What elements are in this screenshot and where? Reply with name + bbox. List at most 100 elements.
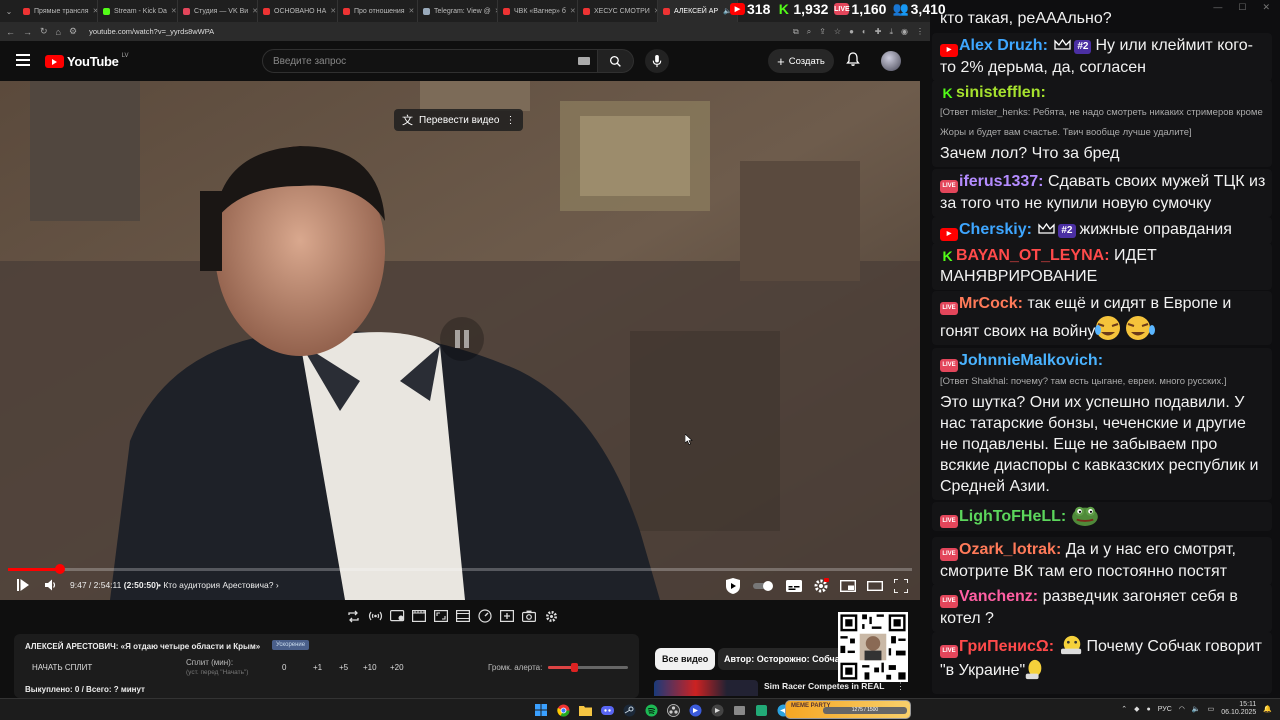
tray-app-icon[interactable]: ●	[1147, 706, 1151, 713]
profile-icon[interactable]: ◉	[901, 27, 908, 37]
battery-icon[interactable]: ▭	[1208, 705, 1215, 713]
chat-username[interactable]: iferus1337:	[959, 173, 1044, 190]
site-info-icon[interactable]: ⚙	[69, 26, 77, 37]
share-icon[interactable]: ⇪	[819, 27, 826, 37]
browser-tab[interactable]: Про отношения ✕	[338, 0, 418, 22]
keyboard-icon[interactable]	[578, 57, 590, 65]
audio-waves-icon[interactable]	[367, 608, 383, 624]
video-progress-bar[interactable]	[8, 564, 912, 574]
close-icon[interactable]: ✕	[171, 7, 177, 15]
extension-icon[interactable]: ●	[849, 27, 854, 37]
start-split-button[interactable]: НАЧАТЬ СПЛИТ	[32, 663, 92, 672]
browser-tab-active[interactable]: АЛЕКСЕЙ АР 🔈	[658, 0, 738, 22]
install-icon[interactable]: ⧉	[793, 27, 799, 37]
avatar[interactable]	[881, 51, 901, 71]
cinema-mode-icon[interactable]	[455, 608, 471, 624]
puzzle-icon[interactable]: ✚	[875, 27, 882, 37]
browser-tab[interactable]: Студия — VK Ви ✕	[178, 0, 258, 22]
speed-gauge-icon[interactable]	[477, 608, 493, 624]
chat-username[interactable]: LighToFHeLL:	[959, 508, 1066, 525]
chapter-button[interactable]: • Кто аудитория Арестовича? ›	[158, 580, 279, 590]
create-button[interactable]: + Создать	[768, 49, 834, 73]
extension-icon[interactable]: ◐	[862, 27, 867, 37]
discord-icon[interactable]	[599, 702, 615, 718]
browser-tab[interactable]: Прямые трансля ✕	[18, 0, 98, 22]
app-icon[interactable]	[709, 702, 725, 718]
speaker-icon[interactable]: 🔈	[1192, 705, 1201, 713]
chip-all-videos[interactable]: Все видео	[655, 648, 716, 670]
film-strip-icon[interactable]	[411, 608, 427, 624]
aspect-ratio-icon[interactable]	[433, 608, 449, 624]
chat-username[interactable]: Vanchenz:	[959, 588, 1038, 605]
chat-username[interactable]: Ozark_lotrak:	[959, 541, 1061, 558]
obs-icon[interactable]	[665, 702, 681, 718]
chat-username[interactable]: MrCock:	[959, 295, 1023, 312]
search-button[interactable]	[598, 49, 634, 73]
chat-username[interactable]: JohnnieMalkovich:	[959, 352, 1103, 369]
browser-tab[interactable]: Telegram: View @✕	[418, 0, 498, 22]
screen-record-icon[interactable]	[389, 608, 405, 624]
split-add-20-button[interactable]: +20	[390, 663, 417, 672]
app-icon[interactable]	[731, 702, 747, 718]
split-add-5-button[interactable]: +5	[339, 663, 363, 672]
chrome-icon[interactable]	[555, 702, 571, 718]
split-add-10-button[interactable]: +10	[363, 663, 390, 672]
voice-search-button[interactable]	[645, 49, 669, 73]
tray-app-icon[interactable]: ◆	[1134, 705, 1139, 713]
chip-author[interactable]: Автор: Осторожно: Собчак	[718, 648, 851, 670]
alert-volume-knob[interactable]	[570, 663, 578, 672]
browser-tab[interactable]: ЧВК «Вагнер» б ✕	[498, 0, 578, 22]
youtube-logo[interactable]: YouTube LV	[45, 53, 128, 69]
app-icon[interactable]	[753, 702, 769, 718]
translate-video-button[interactable]: 文 Перевести видео ⋮	[394, 109, 524, 131]
alert-volume-slider[interactable]	[548, 663, 628, 672]
related-video-title[interactable]: Sim Racer Competes in REAL	[764, 681, 884, 691]
meme-party-widget[interactable]: MEME PARTY 1275 / 1500	[785, 700, 911, 719]
gear-icon[interactable]	[543, 608, 559, 624]
url-field[interactable]: youtube.com/watch?v=_yyrds8wWPA	[85, 27, 785, 36]
clock[interactable]: 15:11 06.10.2025	[1221, 701, 1256, 717]
app-icon[interactable]	[687, 702, 703, 718]
windows-start-icon[interactable]	[533, 702, 549, 718]
steam-icon[interactable]	[621, 702, 637, 718]
loop-icon[interactable]	[345, 608, 361, 624]
related-video-thumbnail[interactable]	[654, 680, 758, 696]
more-icon[interactable]: ⋮	[896, 681, 905, 692]
folder-icon[interactable]	[577, 702, 593, 718]
chat-username[interactable]: Cherskiy:	[959, 221, 1032, 238]
browser-tab[interactable]: ОСНОВАНО НА ✕	[258, 0, 338, 22]
download-icon[interactable]: ⤓	[889, 27, 893, 37]
close-icon[interactable]: ✕	[330, 7, 336, 15]
tray-chevron-icon[interactable]: ⌃	[1121, 705, 1127, 713]
chat-username[interactable]: sinistefflen:	[956, 84, 1046, 101]
back-icon[interactable]: ←	[6, 27, 15, 37]
language-indicator[interactable]: РУС	[1158, 706, 1172, 713]
add-box-icon[interactable]	[499, 608, 515, 624]
tab-menu-icon[interactable]: ⌄	[0, 0, 18, 22]
close-icon[interactable]: ✕	[409, 7, 415, 15]
chat-username[interactable]: Alex Druzh:	[959, 37, 1048, 54]
forward-icon[interactable]: →	[23, 27, 32, 37]
wifi-icon[interactable]: ◠	[1179, 705, 1185, 713]
bookmark-star-icon[interactable]: ☆	[834, 27, 841, 37]
camera-icon[interactable]	[521, 608, 537, 624]
split-badge[interactable]: Ускорение	[272, 640, 310, 650]
hamburger-menu-icon[interactable]	[16, 54, 30, 66]
video-player[interactable]: 文 Перевести видео ⋮ 9:47 / 2:54:11 (2:50…	[0, 81, 920, 600]
search-input[interactable]: Введите запрос	[262, 49, 598, 73]
windows-taskbar: MEME PARTY 1275 / 1500 ⌃ ◆ ● РУС ◠ 🔈 ▭ 1…	[0, 698, 1280, 720]
reload-icon[interactable]: ↻	[40, 26, 48, 37]
notifications-button[interactable]	[846, 52, 860, 72]
close-icon[interactable]: ✕	[570, 7, 576, 15]
notifications-icon[interactable]: 🔔	[1263, 705, 1272, 713]
more-icon[interactable]: ⋮	[916, 27, 924, 37]
split-add-1-button[interactable]: +1	[313, 663, 339, 672]
zoom-icon[interactable]: ⌕	[807, 27, 811, 37]
browser-tab[interactable]: ХЕСУС СМОТРИ✕	[578, 0, 658, 22]
browser-tab[interactable]: Stream - Kick Da ✕	[98, 0, 178, 22]
spotify-icon[interactable]	[643, 702, 659, 718]
chat-username[interactable]: BAYAN_OT_LEYNA:	[956, 247, 1110, 264]
more-icon[interactable]: ⋮	[505, 115, 515, 126]
home-icon[interactable]: ⌂	[56, 27, 61, 37]
chat-username[interactable]: ГриПенисΩ:	[959, 638, 1054, 655]
